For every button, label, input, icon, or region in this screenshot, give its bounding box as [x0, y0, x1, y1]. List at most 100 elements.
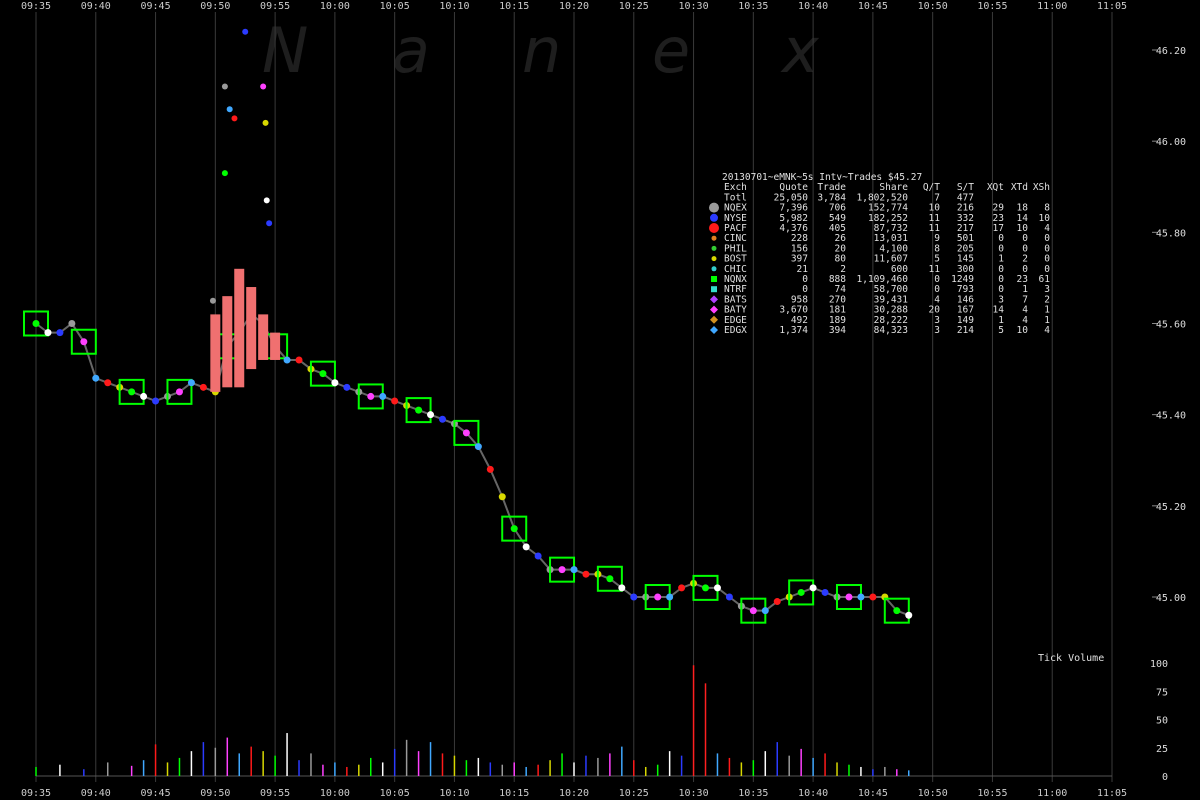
x-tick-label-bottom: 10:55 [977, 788, 1007, 799]
watermark-letter: a [392, 14, 430, 87]
price-range-bar [234, 268, 245, 388]
price-range-bar [210, 314, 221, 392]
price-range-bar [222, 296, 233, 388]
outlier-trade-marker [221, 83, 228, 90]
trade-marker [32, 320, 40, 327]
legend-circle-icon [711, 256, 717, 262]
x-tick-label-top: 10:25 [619, 1, 649, 12]
table-cell: EDGX [724, 325, 747, 336]
legend-circle-icon [711, 245, 717, 251]
price-tick-label: 45.20 [1156, 502, 1186, 513]
x-tick-label-top: 10:35 [738, 1, 768, 12]
trade-marker [702, 584, 710, 592]
outlier-trade-marker [260, 83, 267, 90]
trade-marker [678, 584, 686, 592]
price-tick-label: 45.60 [1156, 320, 1186, 331]
price-range-bar [246, 287, 257, 370]
trade-marker [749, 607, 757, 615]
x-tick-label-top: 10:00 [320, 1, 350, 12]
table-cell: 3 [934, 325, 940, 336]
trade-marker [128, 388, 136, 396]
x-tick-label-bottom: 11:05 [1097, 788, 1127, 799]
tick-volume-label: Tick Volume [1038, 653, 1104, 664]
table-cell: 394 [829, 325, 846, 336]
table-cell: 84,323 [874, 325, 908, 336]
x-tick-label-bottom: 10:35 [738, 788, 768, 799]
watermark-letter: n [522, 14, 561, 87]
volume-tick-label: 25 [1156, 744, 1168, 755]
legend-circle-icon [711, 235, 717, 241]
legend-circle-icon [709, 202, 719, 213]
outlier-trade-marker [221, 170, 228, 177]
trade-marker [104, 379, 112, 387]
x-tick-label-bottom: 10:05 [380, 788, 410, 799]
trade-marker [773, 598, 781, 606]
trade-marker [845, 593, 853, 601]
trade-marker [498, 493, 506, 501]
x-tick-label-top: 11:05 [1097, 1, 1127, 12]
price-tick-label: 45.00 [1156, 593, 1186, 604]
x-tick-label-top: 11:00 [1037, 1, 1067, 12]
table-column-header: XQt [987, 182, 1004, 193]
x-tick-label-top: 10:45 [858, 1, 888, 12]
trade-marker [857, 593, 865, 601]
price-volume-chart: Na n e x 09:35 09:35 09:40 09:40 09:45 09:45 09:5… [21, 1, 1186, 799]
legend-diamond-icon [710, 305, 718, 314]
price-tick-label: 46.00 [1156, 137, 1186, 148]
trade-marker [331, 379, 339, 387]
trade-marker [797, 588, 805, 596]
legend-circle-icon [711, 266, 717, 272]
x-tick-label-top: 10:10 [439, 1, 469, 12]
legend-square-icon [711, 276, 717, 282]
table-cell: 214 [957, 325, 974, 336]
x-tick-label-top: 09:50 [200, 1, 230, 12]
trade-marker [187, 379, 195, 387]
trade-marker [582, 570, 590, 578]
x-tick-label-bottom: 10:45 [858, 788, 888, 799]
trade-marker [761, 607, 769, 615]
trade-marker [175, 388, 183, 396]
trade-marker [606, 575, 614, 583]
trade-marker [44, 329, 52, 337]
trade-marker [80, 338, 88, 346]
volume-tick-label: 100 [1150, 659, 1168, 670]
trade-marker [618, 584, 626, 592]
x-tick-label-bottom: 09:40 [81, 788, 111, 799]
volume-tick-label: 50 [1156, 716, 1168, 727]
nanex-watermark: Na n e x [262, 14, 820, 87]
trade-marker [905, 611, 913, 619]
exchange-stats-table: 20130701~eMNK~5s Intv~Trades $45.27Exch Q… [709, 172, 1050, 336]
x-tick-label-top: 09:35 [21, 1, 51, 12]
x-tick-label-top: 09:55 [260, 1, 290, 12]
outlier-trade-marker [263, 197, 270, 204]
x-tick-label-bottom: 09:50 [200, 788, 230, 799]
watermark-letter: e [652, 14, 690, 87]
legend-diamond-icon [710, 315, 718, 324]
volume-tick-label: 0 [1162, 772, 1168, 783]
legend-diamond-icon [710, 295, 718, 304]
outlier-trade-marker [266, 220, 273, 227]
vertical-gridlines [35, 12, 1113, 782]
volume-tick-label: 75 [1156, 687, 1168, 698]
table-column-header: XSh [1033, 182, 1050, 193]
trade-marker [92, 374, 100, 382]
outlier-trade-marker [226, 106, 233, 113]
trade-marker [570, 566, 578, 574]
x-tick-label-bottom: 10:00 [320, 788, 350, 799]
volume-axis-ticks: 0 25 50 75 100 [1150, 659, 1168, 783]
trade-marker [140, 392, 148, 400]
trade-marker [654, 593, 662, 601]
x-tick-label-bottom: 10:25 [619, 788, 649, 799]
x-tick-label-top: 10:05 [380, 1, 410, 12]
trade-marker [343, 383, 351, 391]
trade-marker [283, 356, 291, 364]
price-line [35, 312, 910, 617]
price-tick-label: 45.40 [1156, 411, 1186, 422]
trade-marker [486, 465, 494, 473]
price-tick-label: 45.80 [1156, 228, 1186, 239]
outlier-trade-marker [242, 28, 249, 35]
trade-marker [558, 566, 566, 574]
watermark-letter: N [262, 14, 308, 87]
trade-marker [630, 593, 638, 601]
trade-marker [522, 543, 530, 551]
